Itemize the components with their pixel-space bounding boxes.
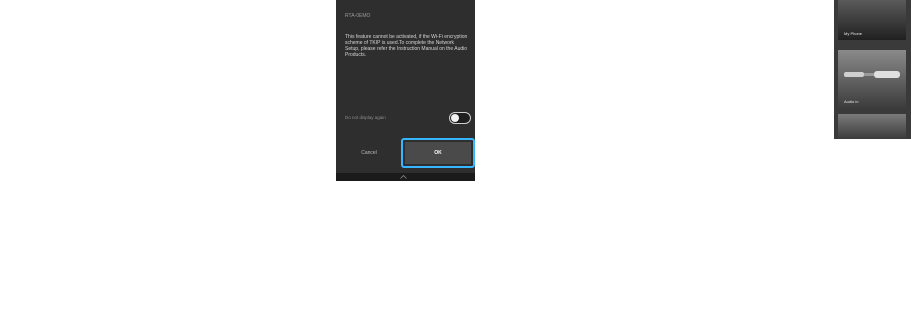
source-tile-my-phone[interactable]: My Phone — [838, 0, 906, 40]
do-not-display-label: Do not display again — [345, 115, 386, 120]
bottom-bar — [336, 173, 475, 181]
do-not-display-row: Do not display again — [345, 112, 471, 124]
audio-cable-icon — [844, 71, 900, 78]
dialog-message: This feature cannot be activated, if the… — [345, 34, 468, 58]
source-tile-label: My Phone — [844, 31, 863, 36]
source-tile-audio-in[interactable]: Audio in — [838, 50, 906, 108]
do-not-display-toggle[interactable] — [449, 112, 471, 124]
cancel-button[interactable]: Cancel — [340, 140, 398, 166]
ok-button[interactable]: OK — [405, 142, 471, 164]
source-list-screen: My Phone Audio in — [834, 0, 911, 139]
source-tile-partial[interactable] — [838, 114, 906, 139]
chevron-up-icon[interactable] — [400, 175, 407, 179]
confirmation-dialog: RTA-0EMO This feature cannot be activate… — [336, 0, 475, 181]
toggle-knob — [451, 114, 459, 122]
ok-button-highlight[interactable]: OK — [401, 138, 475, 168]
dialog-subtitle: RTA-0EMO — [345, 13, 371, 19]
source-tile-label: Audio in — [844, 99, 859, 104]
